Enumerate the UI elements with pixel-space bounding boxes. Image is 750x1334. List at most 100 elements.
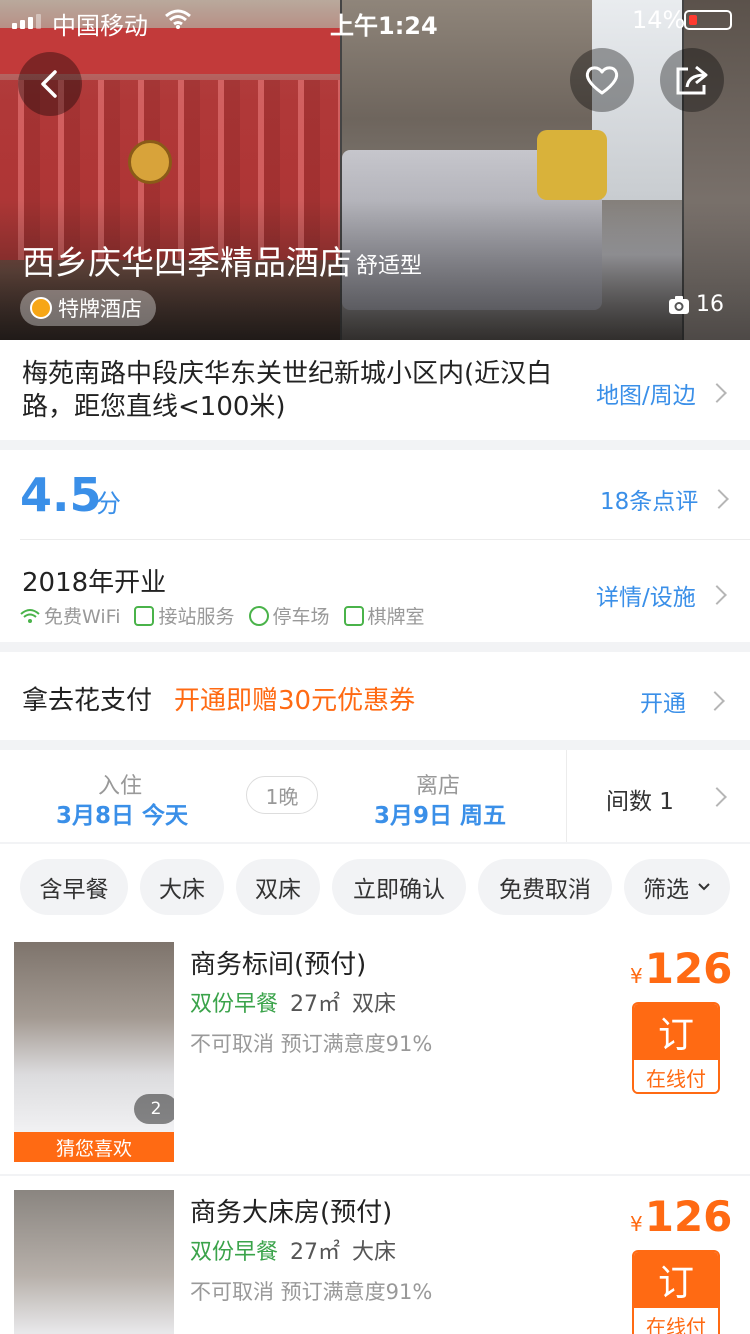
bed-type: 大床 <box>352 1240 397 1265</box>
filter-bar: 含早餐 大床 双床 立即确认 免费取消 筛选 <box>0 844 750 928</box>
room-photo[interactable]: 2 <box>14 942 174 1132</box>
filter-instant-confirm[interactable]: 立即确认 <box>332 859 466 915</box>
photo-count-value: 16 <box>696 292 724 317</box>
room-area: 27㎡ <box>290 1240 341 1265</box>
clock: 上午1:24 <box>330 12 438 40</box>
map-link[interactable]: 地图/周边 <box>596 376 727 410</box>
amenity-list: 免费WiFi 接站服务 停车场 棋牌室 <box>20 602 425 629</box>
chess-room-icon <box>343 605 364 626</box>
chevron-down-icon <box>698 883 710 891</box>
battery-icon <box>684 10 732 30</box>
recommend-badge: 猜您喜欢 <box>14 1132 174 1162</box>
room-features: 双份早餐 27㎡ 大床 <box>190 1234 396 1266</box>
chevron-right-icon <box>705 691 725 711</box>
book-label: 订 <box>634 1004 718 1060</box>
brand-tag[interactable]: 特牌酒店 <box>20 290 156 326</box>
map-link-label: 地图/周边 <box>596 383 696 409</box>
filter-breakfast[interactable]: 含早餐 <box>20 859 128 915</box>
chevron-right-icon <box>709 489 730 509</box>
reviews-link[interactable]: 18条点评 <box>600 482 730 516</box>
book-button[interactable]: 订 在线付 <box>632 1002 720 1094</box>
photo-count[interactable]: 16 <box>668 292 724 317</box>
activate-button[interactable]: 开通 <box>640 684 725 718</box>
amenity-chess: 棋牌室 <box>343 602 425 629</box>
brand-badge-icon <box>30 297 52 319</box>
back-icon <box>41 70 57 98</box>
room-name: 商务标间(预付) <box>190 950 367 980</box>
room-photo-count: 2 <box>134 1094 174 1124</box>
share-button[interactable] <box>660 48 724 112</box>
hotel-photo-gallery[interactable]: 中国移动 上午1:24 14% 西乡庆华四季精品酒店 舒适型 特牌酒店 16 <box>0 0 750 340</box>
details-link[interactable]: 详情/设施 <box>596 578 727 612</box>
price-value: 126 <box>644 944 733 993</box>
share-icon <box>676 65 708 95</box>
heart-icon <box>585 66 619 95</box>
pay-online-label: 在线付 <box>634 1308 718 1334</box>
pay-online-label: 在线付 <box>634 1060 718 1092</box>
amenity-parking: 停车场 <box>248 602 330 629</box>
photo-chair <box>537 130 607 200</box>
currency-symbol: ¥ <box>630 1212 643 1236</box>
room-policy: 不可取消 预订满意度91% <box>190 1032 433 1056</box>
amenity-label: 免费WiFi <box>44 606 121 628</box>
book-label: 订 <box>634 1252 718 1308</box>
details-link-label: 详情/设施 <box>596 585 696 611</box>
back-button[interactable] <box>18 52 82 116</box>
checkout-date[interactable]: 3月9日 周五 <box>374 796 506 830</box>
payment-promo: 开通即赠30元优惠券 <box>174 686 416 716</box>
hotel-type: 舒适型 <box>356 254 423 279</box>
battery-percent: 14% <box>632 6 686 34</box>
date-selector[interactable]: 入住 3月8日 今天 1晚 离店 3月9日 周五 间数 1 <box>0 750 750 842</box>
room-price: ¥126 <box>630 1192 732 1241</box>
room-card[interactable]: 商务大床房(预付) 双份早餐 27㎡ 大床 不可取消 预订满意度91% ¥126… <box>0 1176 750 1334</box>
divider <box>20 539 750 540</box>
rating-unit: 分 <box>96 489 122 518</box>
room-features: 双份早餐 27㎡ 双床 <box>190 986 396 1018</box>
book-button[interactable]: 订 在线付 <box>632 1250 720 1334</box>
opening-year: 2018年开业 <box>22 568 167 598</box>
room-area: 27㎡ <box>290 992 341 1017</box>
filter-more-label: 筛选 <box>643 877 689 903</box>
hotel-name: 西乡庆华四季精品酒店 <box>22 243 352 282</box>
amenity-label: 棋牌室 <box>367 606 425 628</box>
rating-score: 4.5 <box>20 468 102 522</box>
currency-symbol: ¥ <box>630 964 643 988</box>
filter-twin-bed[interactable]: 双床 <box>236 859 320 915</box>
bed-type: 双床 <box>352 992 397 1017</box>
checkin-date[interactable]: 3月8日 今天 <box>56 796 188 830</box>
hotel-address: 梅苑南路中段庆华东关世纪新城小区内(近汉白路，距您直线<100米) <box>22 359 553 422</box>
parking-icon <box>248 605 269 626</box>
breakfast-info: 双份早餐 <box>190 1240 279 1265</box>
rating-section: 4.5 分 18条点评 2018年开业 免费WiFi 接站服务 停车场 棋牌室 <box>0 450 750 642</box>
amenity-pickup: 接站服务 <box>134 602 235 629</box>
amenity-label: 停车场 <box>272 606 330 628</box>
room-card[interactable]: 2 猜您喜欢 商务标间(预付) 双份早餐 27㎡ 双床 不可取消 预订满意度91… <box>0 928 750 1174</box>
room-price: ¥126 <box>630 944 732 993</box>
hotel-logo-in-photo <box>128 140 172 184</box>
amenity-label: 接站服务 <box>158 606 235 628</box>
brand-tag-label: 特牌酒店 <box>58 297 142 321</box>
amenity-wifi: 免费WiFi <box>20 602 120 629</box>
chevron-right-icon <box>706 383 727 403</box>
wifi-icon <box>20 608 40 623</box>
activate-label: 开通 <box>640 691 686 717</box>
room-photo-image <box>14 1190 174 1334</box>
breakfast-info: 双份早餐 <box>190 992 279 1017</box>
favorite-button[interactable] <box>570 48 634 112</box>
pickup-icon <box>134 605 155 626</box>
payment-promo-section[interactable]: 拿去花支付 开通即赠30元优惠券 开通 <box>0 652 750 740</box>
filter-free-cancel[interactable]: 免费取消 <box>478 859 612 915</box>
room-photo[interactable] <box>14 1190 174 1334</box>
chevron-right-icon <box>706 585 727 605</box>
divider <box>566 750 567 842</box>
filter-more[interactable]: 筛选 <box>624 859 730 915</box>
room-count[interactable]: 间数 1 <box>606 782 674 816</box>
payment-title: 拿去花支付 <box>22 686 153 716</box>
chevron-right-icon <box>707 787 727 807</box>
room-policy: 不可取消 预订满意度91% <box>190 1280 433 1304</box>
price-value: 126 <box>644 1192 733 1241</box>
reviews-link-label: 18条点评 <box>600 489 699 515</box>
camera-icon <box>669 295 689 314</box>
wifi-icon <box>165 9 191 29</box>
filter-king-bed[interactable]: 大床 <box>140 859 224 915</box>
